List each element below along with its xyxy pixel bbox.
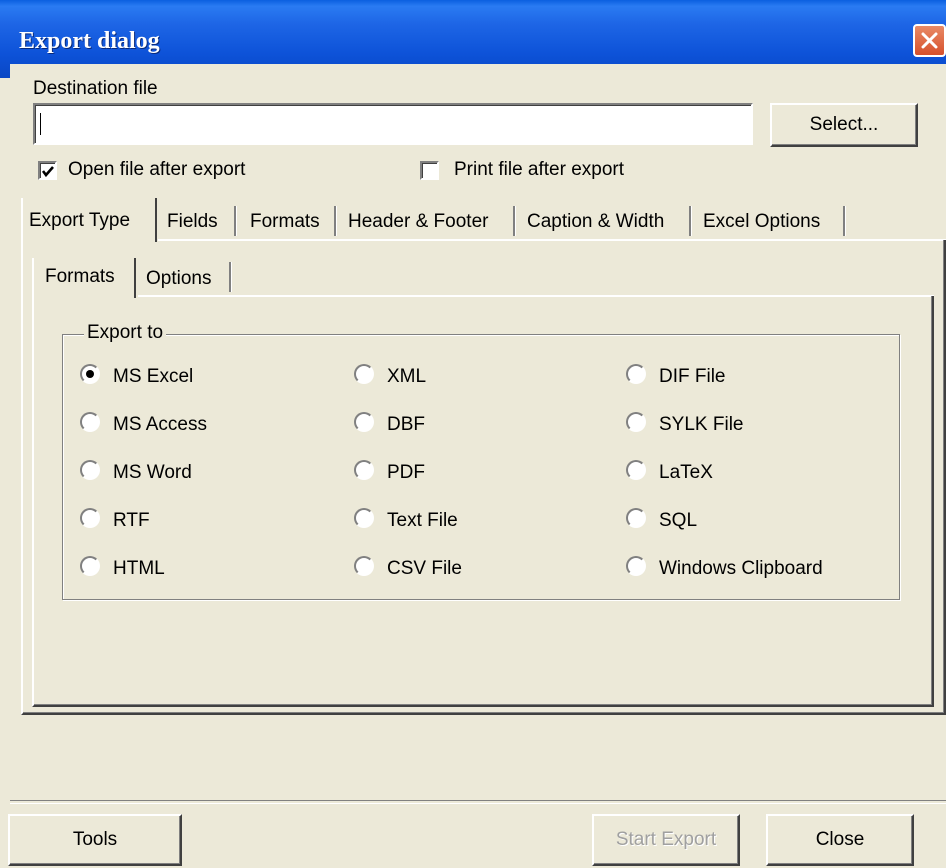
print-after-export-checkbox[interactable]: [420, 161, 439, 180]
radio-windows-clipboard[interactable]: [626, 556, 646, 576]
radio-html[interactable]: [80, 556, 100, 576]
tab-caption-width[interactable]: Caption & Width: [527, 211, 664, 233]
active-subtab-right-edge: [134, 258, 136, 298]
print-after-export-label[interactable]: Print file after export: [454, 159, 624, 181]
select-file-button[interactable]: Select...: [770, 103, 918, 147]
start-export-button[interactable]: Start Export: [592, 814, 740, 866]
close-window-button[interactable]: [913, 24, 946, 57]
tab-separator: [689, 206, 692, 236]
tab-formats[interactable]: Formats: [250, 211, 320, 233]
tab-separator: [229, 262, 232, 292]
option-dif-file-label[interactable]: DIF File: [659, 366, 726, 388]
footer-separator: [10, 800, 946, 804]
radio-dif-file[interactable]: [626, 364, 646, 384]
option-csv-file-label[interactable]: CSV File: [387, 558, 462, 580]
tab-fields[interactable]: Fields: [167, 211, 218, 233]
tools-button[interactable]: Tools: [8, 814, 182, 866]
open-after-export-label[interactable]: Open file after export: [68, 159, 245, 181]
radio-xml[interactable]: [354, 364, 374, 384]
radio-dbf[interactable]: [354, 412, 374, 432]
tab-export-type[interactable]: Export Type: [29, 210, 130, 232]
radio-sylk-file[interactable]: [626, 412, 646, 432]
radio-latex[interactable]: [626, 460, 646, 480]
subtab-formats[interactable]: Formats: [45, 266, 115, 288]
radio-ms-word[interactable]: [80, 460, 100, 480]
option-pdf-label[interactable]: PDF: [387, 462, 425, 484]
radio-rtf[interactable]: [80, 508, 100, 528]
open-after-export-checkbox[interactable]: [38, 161, 57, 180]
option-latex-label[interactable]: LaTeX: [659, 462, 713, 484]
option-ms-word-label[interactable]: MS Word: [113, 462, 192, 484]
radio-text-file[interactable]: [354, 508, 374, 528]
active-subtab-left-edge: [32, 258, 34, 298]
option-windows-clipboard-label[interactable]: Windows Clipboard: [659, 558, 823, 580]
destination-file-input[interactable]: [33, 103, 753, 145]
destination-label: Destination file: [33, 78, 158, 99]
option-xml-label[interactable]: XML: [387, 366, 426, 388]
active-tab-right-edge: [155, 198, 157, 242]
tab-separator: [513, 206, 516, 236]
subtab-options[interactable]: Options: [146, 268, 211, 290]
tab-separator: [234, 206, 237, 236]
option-ms-access-label[interactable]: MS Access: [113, 414, 207, 436]
close-button-label: Close: [815, 829, 865, 850]
option-ms-excel-label[interactable]: MS Excel: [113, 366, 193, 388]
active-tab-left-edge: [21, 198, 23, 242]
window-title: Export dialog: [19, 28, 160, 54]
option-html-label[interactable]: HTML: [113, 558, 165, 580]
radio-pdf[interactable]: [354, 460, 374, 480]
tools-button-label: Tools: [72, 829, 118, 850]
radio-csv-file[interactable]: [354, 556, 374, 576]
tab-header-footer[interactable]: Header & Footer: [348, 211, 488, 233]
export-to-title: Export to: [84, 322, 167, 344]
radio-ms-excel[interactable]: [80, 364, 100, 384]
select-file-label: Select...: [809, 114, 879, 135]
tab-separator: [843, 206, 846, 236]
radio-ms-access[interactable]: [80, 412, 100, 432]
radio-sql[interactable]: [626, 508, 646, 528]
tab-separator: [334, 206, 337, 236]
option-sql-label[interactable]: SQL: [659, 510, 697, 532]
option-text-file-label[interactable]: Text File: [387, 510, 458, 532]
start-export-label: Start Export: [615, 829, 717, 850]
option-rtf-label[interactable]: RTF: [113, 510, 150, 532]
close-button[interactable]: Close: [766, 814, 914, 866]
option-sylk-file-label[interactable]: SYLK File: [659, 414, 743, 436]
tab-excel-options[interactable]: Excel Options: [703, 211, 820, 233]
option-dbf-label[interactable]: DBF: [387, 414, 425, 436]
text-caret: [40, 113, 41, 135]
